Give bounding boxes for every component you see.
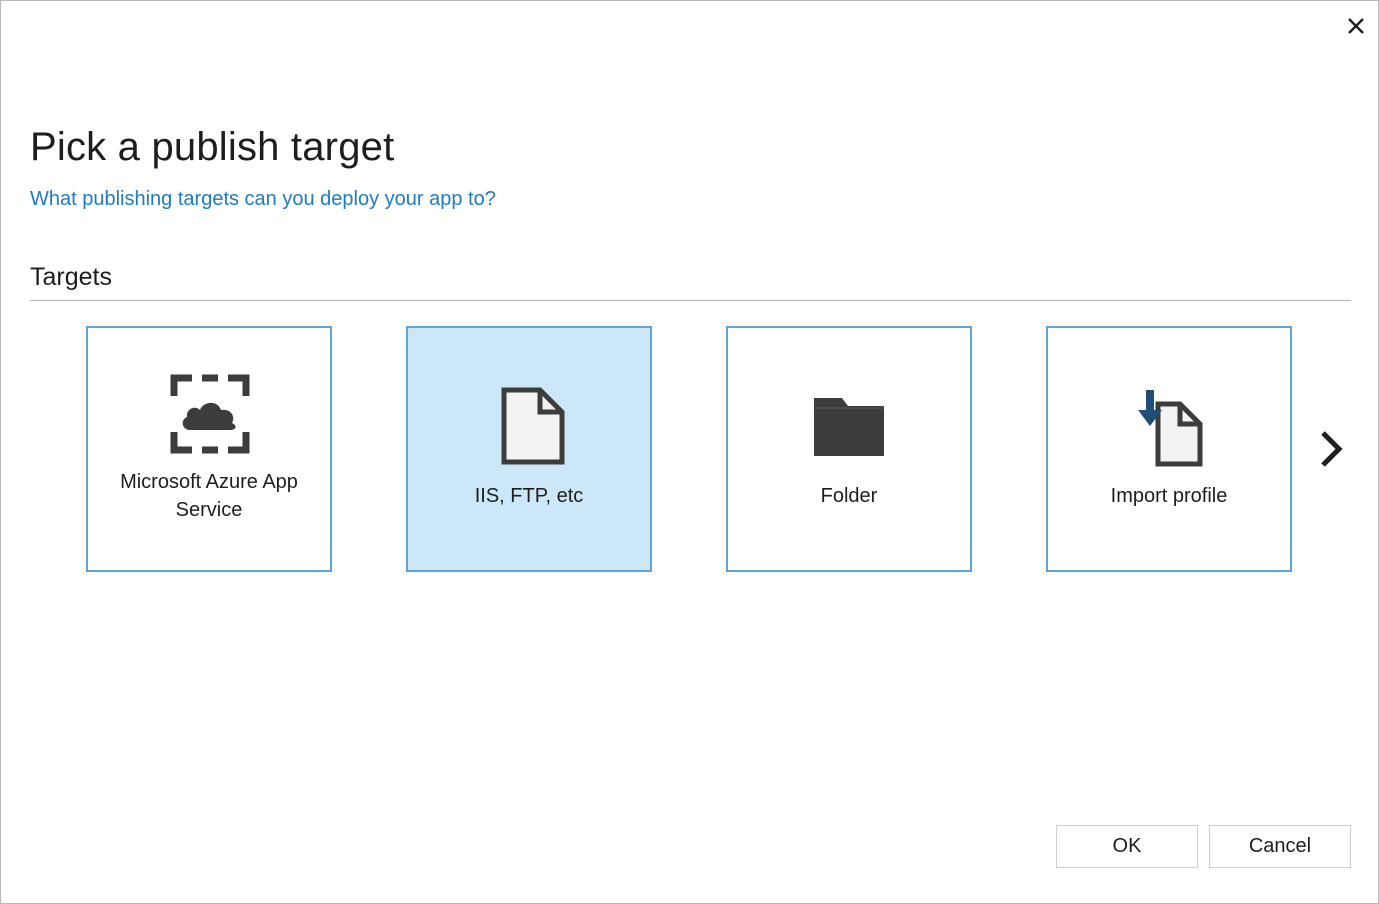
- close-button[interactable]: [1341, 11, 1371, 41]
- tile-label-line1: Microsoft Azure App: [120, 471, 298, 493]
- publish-dialog: Pick a publish target What publishing ta…: [0, 0, 1379, 904]
- azure-app-service-icon: [170, 374, 250, 454]
- folder-icon: [814, 398, 884, 456]
- target-tile-import-profile[interactable]: Import profile: [1046, 326, 1292, 572]
- ok-button[interactable]: OK: [1056, 825, 1198, 868]
- target-tile-iis-ftp[interactable]: IIS, FTP, etc: [406, 326, 652, 572]
- document-icon: [501, 387, 565, 465]
- target-tile-folder[interactable]: Folder: [726, 326, 972, 572]
- tile-label-line2: Service: [175, 499, 243, 521]
- section-heading-targets: Targets: [30, 263, 112, 291]
- tile-label: Folder: [820, 485, 878, 507]
- cancel-button[interactable]: Cancel: [1209, 825, 1351, 868]
- chevron-right-icon: [1321, 431, 1343, 467]
- close-icon: [1348, 18, 1364, 34]
- tile-label: IIS, FTP, etc: [474, 485, 584, 507]
- target-tile-azure-app-service[interactable]: Microsoft Azure App Service: [86, 326, 332, 572]
- help-link[interactable]: What publishing targets can you deploy y…: [30, 188, 496, 211]
- import-profile-icon: [1138, 390, 1203, 467]
- page-title: Pick a publish target: [30, 125, 395, 169]
- next-targets-button[interactable]: [1315, 427, 1347, 471]
- section-divider: [30, 300, 1351, 301]
- tile-label: Import profile: [1110, 485, 1228, 507]
